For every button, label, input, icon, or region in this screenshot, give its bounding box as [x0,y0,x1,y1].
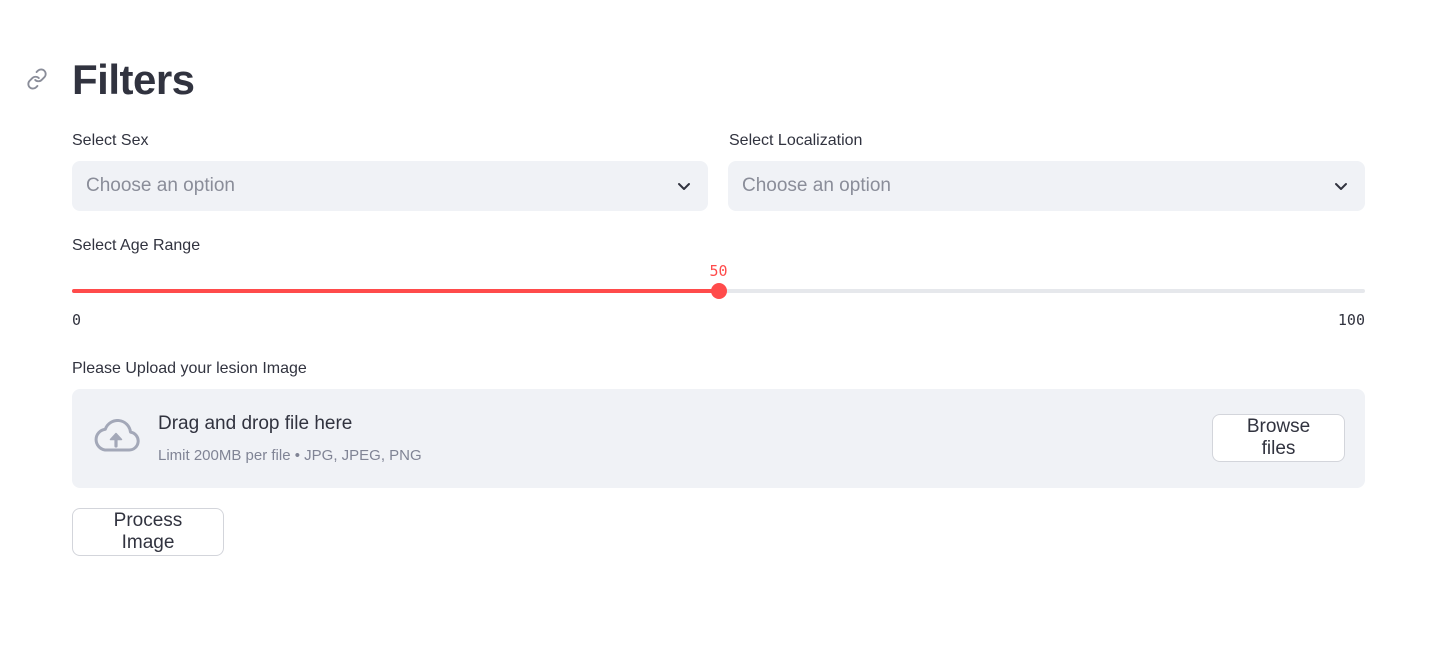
localization-label: Select Localization [729,132,863,149]
slider-min-label: 0 [72,311,82,329]
dropzone-instructions: Drag and drop file here [158,413,353,434]
localization-select[interactable]: Choose an option [728,161,1365,211]
process-image-button[interactable]: Process Image [72,508,224,556]
age-slider-thumb[interactable] [710,283,727,299]
age-range-label: Select Age Range [72,237,201,254]
sex-select[interactable]: Choose an option [72,161,708,211]
file-dropzone[interactable]: Drag and drop file here Limit 200MB per … [72,389,1365,488]
chevron-down-icon [678,183,690,190]
cloud-upload-icon [94,419,140,452]
slider-value-label: 50 [709,262,728,280]
slider-max-label: 100 [1337,311,1365,329]
age-slider-fill [72,289,719,293]
link-icon[interactable] [26,68,48,90]
sex-select-placeholder: Choose an option [86,175,235,196]
page-title: Filters [72,56,195,103]
age-slider-track[interactable] [72,283,1365,299]
browse-files-button[interactable]: Browse files [1212,414,1345,462]
dropzone-limit-text: Limit 200MB per file • JPG, JPEG, PNG [158,447,422,464]
sex-label: Select Sex [72,132,149,149]
upload-label: Please Upload your lesion Image [72,360,307,377]
localization-select-placeholder: Choose an option [742,175,891,196]
chevron-down-icon [1335,183,1347,190]
